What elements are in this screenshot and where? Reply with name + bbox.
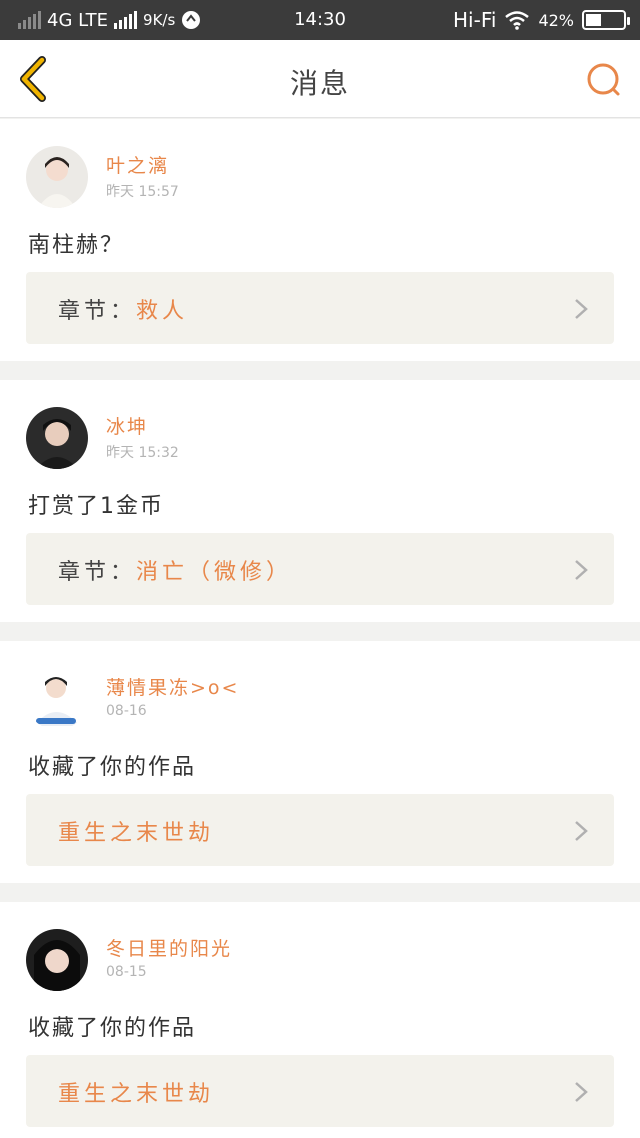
link-text: 重生之末世劫: [58, 815, 214, 847]
sender-name[interactable]: 冰坤: [106, 412, 148, 439]
message-content: 收藏了你的作品: [28, 1016, 197, 1041]
page-title: 消息: [289, 67, 350, 100]
chapter-link[interactable]: 章节：救人: [26, 272, 614, 344]
link-text: 章节：救人: [58, 293, 188, 325]
message-content: 收藏了你的作品: [28, 755, 197, 780]
message-card: 冰坤 昨天 15:32 打赏了1金币 章节：消亡（微修）: [0, 380, 640, 622]
work-link[interactable]: 重生之末世劫: [26, 794, 614, 866]
chapter-link[interactable]: 章节：消亡（微修）: [26, 533, 614, 605]
avatar[interactable]: [26, 407, 88, 469]
message-list: 叶之漓 昨天 15:57 南柱赫？ 章节：救人 冰坤 昨天 15:32 打赏了1…: [0, 119, 640, 1138]
sender-name[interactable]: 冬日里的阳光: [106, 934, 232, 961]
link-value: 救人: [136, 299, 189, 324]
message-card: 冬日里的阳光 08-15 收藏了你的作品 重生之末世劫: [0, 902, 640, 1138]
message-card: 薄情果冻>o< 08-16 收藏了你的作品 重生之末世劫: [0, 641, 640, 883]
message-time: 昨天 15:32: [106, 445, 179, 461]
battery-icon: [582, 10, 630, 30]
message-time: 08-16: [106, 703, 147, 719]
app-header: 消息: [0, 40, 640, 118]
link-prefix: 章节：: [58, 299, 137, 324]
message-time: 08-15: [106, 964, 147, 980]
message-time: 昨天 15:57: [106, 184, 179, 200]
sender-name[interactable]: 薄情果冻>o<: [106, 673, 239, 700]
message-content: 南柱赫？: [28, 233, 125, 258]
battery-fill: [586, 14, 601, 26]
status-bar: 4G LTE 9K/s 14:30 Hi-Fi 42%: [0, 0, 640, 40]
chevron-right-icon: [575, 560, 588, 580]
link-text: 重生之末世劫: [58, 1076, 214, 1108]
avatar[interactable]: [26, 929, 88, 991]
link-text: 章节：消亡（微修）: [58, 554, 292, 586]
avatar[interactable]: [26, 146, 88, 208]
link-prefix: 章节：: [58, 560, 137, 585]
hifi-label: Hi-Fi: [453, 8, 497, 32]
link-value: 重生之末世劫: [58, 1082, 215, 1107]
link-value: 消亡（微修）: [136, 560, 293, 585]
status-right: Hi-Fi 42%: [453, 0, 630, 40]
wifi-icon: [505, 11, 530, 30]
sender-name[interactable]: 叶之漓: [106, 151, 169, 178]
chevron-right-icon: [575, 299, 588, 319]
message-content: 打赏了1金币: [28, 494, 164, 519]
chevron-right-icon: [575, 1082, 588, 1102]
link-value: 重生之末世劫: [58, 821, 215, 846]
chevron-right-icon: [575, 821, 588, 841]
battery-percent: 42%: [538, 10, 574, 30]
work-link[interactable]: 重生之末世劫: [26, 1055, 614, 1127]
avatar[interactable]: [26, 668, 88, 730]
search-icon[interactable]: [584, 60, 624, 100]
message-card: 叶之漓 昨天 15:57 南柱赫？ 章节：救人: [0, 119, 640, 361]
